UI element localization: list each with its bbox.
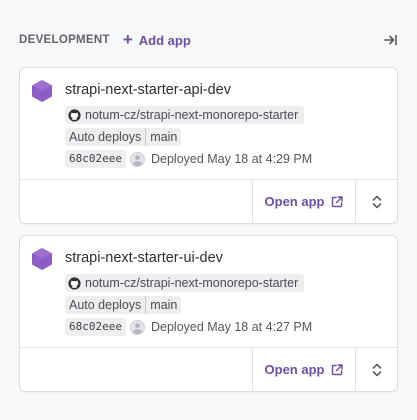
deployed-timestamp: Deployed May 18 at 4:29 PM — [150, 152, 313, 166]
chevron-up-down-icon — [372, 363, 381, 376]
plus-icon: + — [122, 29, 133, 49]
user-avatar-icon — [129, 151, 145, 167]
app-card: strapi-next-starter-ui-dev notum-cz/stra… — [19, 235, 398, 392]
chevron-up-down-icon — [372, 195, 381, 208]
latest-deploy-row: 68c02eee Deployed May 18 at 4:29 PM — [65, 150, 312, 168]
deploy-mode-label: Auto deploys — [69, 130, 142, 144]
github-icon — [68, 108, 81, 122]
deployed-timestamp: Deployed May 18 at 4:27 PM — [150, 320, 313, 334]
deploy-settings-badge: Auto deploys main — [65, 296, 182, 314]
app-name-link[interactable]: strapi-next-starter-api-dev — [65, 82, 231, 98]
deploy-mode-label: Auto deploys — [69, 298, 142, 312]
open-app-label: Open app — [264, 194, 325, 209]
add-app-label: Add app — [138, 32, 191, 48]
deploy-settings-badge: Auto deploys main — [65, 128, 182, 146]
arrow-right-to-bar-icon[interactable] — [382, 32, 398, 48]
external-link-icon — [332, 363, 344, 375]
add-app-button[interactable]: + Add app — [122, 29, 191, 49]
pipeline-stage-header: DEVELOPMENT + Add app — [19, 30, 398, 50]
repo-link[interactable]: notum-cz/strapi-next-monorepo-starter — [65, 274, 305, 292]
commit-sha-link[interactable]: 68c02eee — [65, 318, 126, 336]
commit-sha-link[interactable]: 68c02eee — [65, 150, 126, 168]
app-name-link[interactable]: strapi-next-starter-ui-dev — [65, 250, 223, 266]
branch-label: main — [150, 298, 178, 312]
open-app-label: Open app — [264, 362, 325, 377]
card-footer: Open app — [20, 347, 397, 391]
external-link-icon — [332, 195, 344, 207]
latest-deploy-row: 68c02eee Deployed May 18 at 4:27 PM — [65, 318, 312, 336]
expand-toggle[interactable] — [355, 348, 397, 391]
github-icon — [68, 276, 81, 290]
open-app-button[interactable]: Open app — [252, 180, 355, 223]
user-avatar-icon — [129, 319, 145, 335]
repo-label: notum-cz/strapi-next-monorepo-starter — [85, 276, 299, 290]
app-card: strapi-next-starter-api-dev notum-cz/str… — [19, 67, 398, 224]
app-hexagon-icon — [32, 248, 52, 270]
app-hexagon-icon — [32, 80, 52, 102]
expand-toggle[interactable] — [355, 180, 397, 223]
repo-label: notum-cz/strapi-next-monorepo-starter — [85, 108, 299, 122]
stage-title: DEVELOPMENT — [19, 34, 110, 46]
open-app-button[interactable]: Open app — [252, 348, 355, 391]
repo-link[interactable]: notum-cz/strapi-next-monorepo-starter — [65, 106, 305, 124]
card-footer: Open app — [20, 179, 397, 223]
branch-label: main — [150, 130, 178, 144]
